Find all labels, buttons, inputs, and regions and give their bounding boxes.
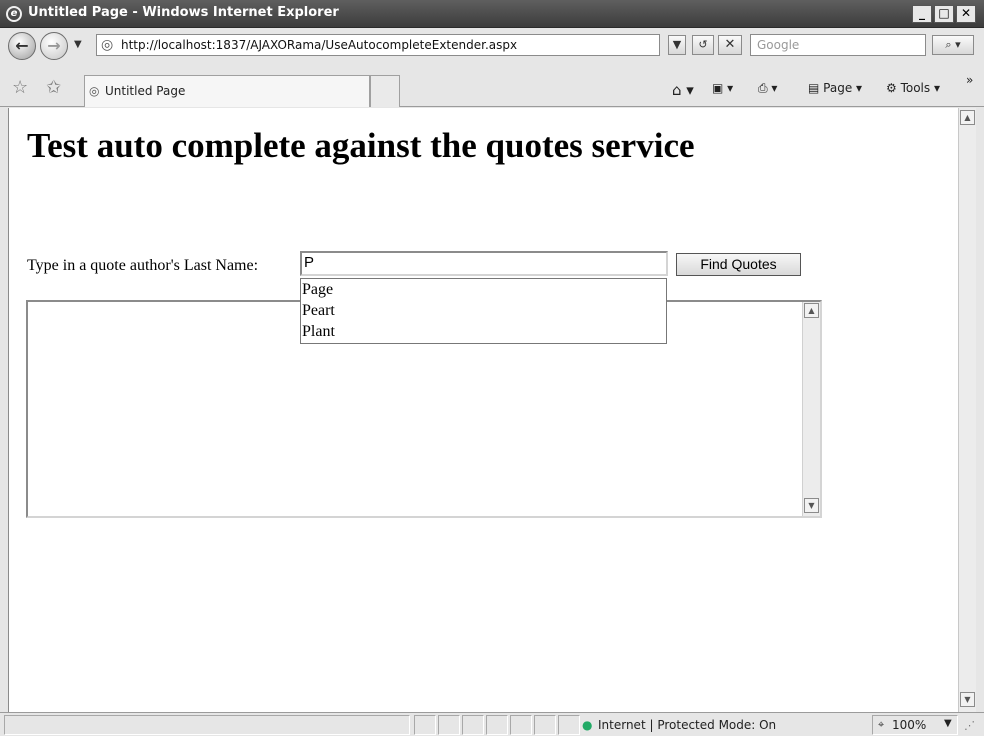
page-scroll-up-icon[interactable]: ▲	[960, 110, 975, 125]
stop-button[interactable]: ✕	[718, 35, 742, 55]
internet-globe-icon: ●	[582, 718, 593, 732]
search-input[interactable]: Google	[757, 38, 799, 52]
home-icon[interactable]: ⌂ ▾	[672, 81, 694, 99]
refresh-icon: ↺	[698, 38, 708, 51]
quotes-scrollbar[interactable]: ▲ ▼	[802, 302, 820, 516]
back-arrow-icon: ←	[15, 36, 29, 55]
ie-logo-icon: e	[6, 6, 22, 22]
status-cell	[438, 715, 460, 735]
page-heading: Test auto complete against the quotes se…	[27, 126, 695, 165]
search-button[interactable]: ⌕ ▾	[932, 35, 974, 55]
status-text-cell	[4, 715, 410, 735]
window-title: Untitled Page - Windows Internet Explore…	[28, 5, 339, 20]
page-menu-label: Page	[823, 81, 853, 95]
tab-label: Untitled Page	[105, 84, 186, 98]
stop-x-icon: ✕	[724, 37, 736, 52]
search-box[interactable]: Google	[750, 34, 926, 56]
tools-menu-button[interactable]: ⚙ Tools ▾	[886, 81, 940, 95]
favorites-star-icon[interactable]: ☆	[12, 77, 28, 98]
status-cell	[558, 715, 580, 735]
window-title-bar[interactable]: e Untitled Page - Windows Internet Explo…	[0, 0, 984, 28]
forward-button[interactable]: →	[40, 32, 68, 60]
close-button[interactable]: ✕	[956, 5, 976, 23]
refresh-button[interactable]: ↺	[692, 35, 714, 55]
zoom-icon: ⌖	[878, 718, 885, 731]
tools-menu-label: Tools	[900, 81, 931, 95]
minimize-button[interactable]: _	[912, 5, 932, 23]
search-magnifier-icon: ⌕ ▾	[945, 38, 961, 51]
resize-grip-icon[interactable]: ⋰	[964, 719, 975, 732]
more-chevron-icon[interactable]: »	[966, 73, 973, 87]
zoom-dropdown-icon[interactable]: ▼	[944, 718, 952, 729]
zoom-level[interactable]: 100%	[892, 718, 926, 732]
new-tab-button[interactable]	[370, 75, 400, 107]
page-globe-icon: ◎	[101, 37, 114, 53]
address-bar[interactable]: ◎ http://localhost:1837/AJAXORama/UseAut…	[96, 34, 660, 56]
print-icon[interactable]: ⎙ ▾	[758, 81, 777, 96]
lastname-label: Type in a quote author's Last Name:	[27, 257, 259, 274]
autocomplete-list: Page Peart Plant	[300, 278, 667, 344]
address-url[interactable]: http://localhost:1837/AJAXORama/UseAutoc…	[121, 38, 517, 52]
tab-page-icon: ◎	[89, 84, 100, 98]
status-cell	[534, 715, 556, 735]
page-menu-icon: ▤	[808, 81, 824, 95]
page-scrollbar[interactable]: ▲ ▼	[958, 108, 976, 712]
tab-untitled-page[interactable]: ◎ Untitled Page	[84, 75, 370, 107]
maximize-button[interactable]: □	[934, 5, 954, 23]
tab-bar: ☆ ✩ ◎ Untitled Page ⌂ ▾ ▣ ▾ ⎙ ▾ ▤ Page ▾…	[0, 69, 984, 107]
status-cell	[510, 715, 532, 735]
recent-pages-dropdown-icon[interactable]: ▼	[74, 39, 82, 50]
status-cell	[486, 715, 508, 735]
page-menu-button[interactable]: ▤ Page ▾	[808, 81, 862, 95]
security-zone[interactable]: Internet | Protected Mode: On	[598, 718, 776, 732]
status-bar: ● Internet | Protected Mode: On ⌖ 100% ▼…	[0, 712, 984, 736]
find-quotes-button[interactable]: Find Quotes	[676, 253, 801, 276]
status-cell	[414, 715, 436, 735]
feeds-icon[interactable]: ▣ ▾	[712, 81, 733, 95]
autocomplete-item[interactable]: Peart	[302, 300, 665, 321]
navigation-bar: ← → ▼ ◎ http://localhost:1837/AJAXORama/…	[0, 29, 984, 69]
status-cell	[462, 715, 484, 735]
lastname-input[interactable]: P	[300, 251, 668, 276]
tools-gear-icon: ⚙	[886, 81, 901, 95]
page-scroll-down-icon[interactable]: ▼	[960, 692, 975, 707]
add-favorites-icon[interactable]: ✩	[46, 77, 61, 98]
address-dropdown-button[interactable]: ▼	[668, 35, 686, 55]
page-content: Test auto complete against the quotes se…	[8, 108, 958, 712]
back-button[interactable]: ←	[8, 32, 36, 60]
autocomplete-item[interactable]: Page	[302, 279, 665, 300]
forward-arrow-icon: →	[47, 36, 61, 55]
autocomplete-item[interactable]: Plant	[302, 321, 665, 342]
scroll-up-icon[interactable]: ▲	[804, 303, 819, 318]
scroll-down-icon[interactable]: ▼	[804, 498, 819, 513]
